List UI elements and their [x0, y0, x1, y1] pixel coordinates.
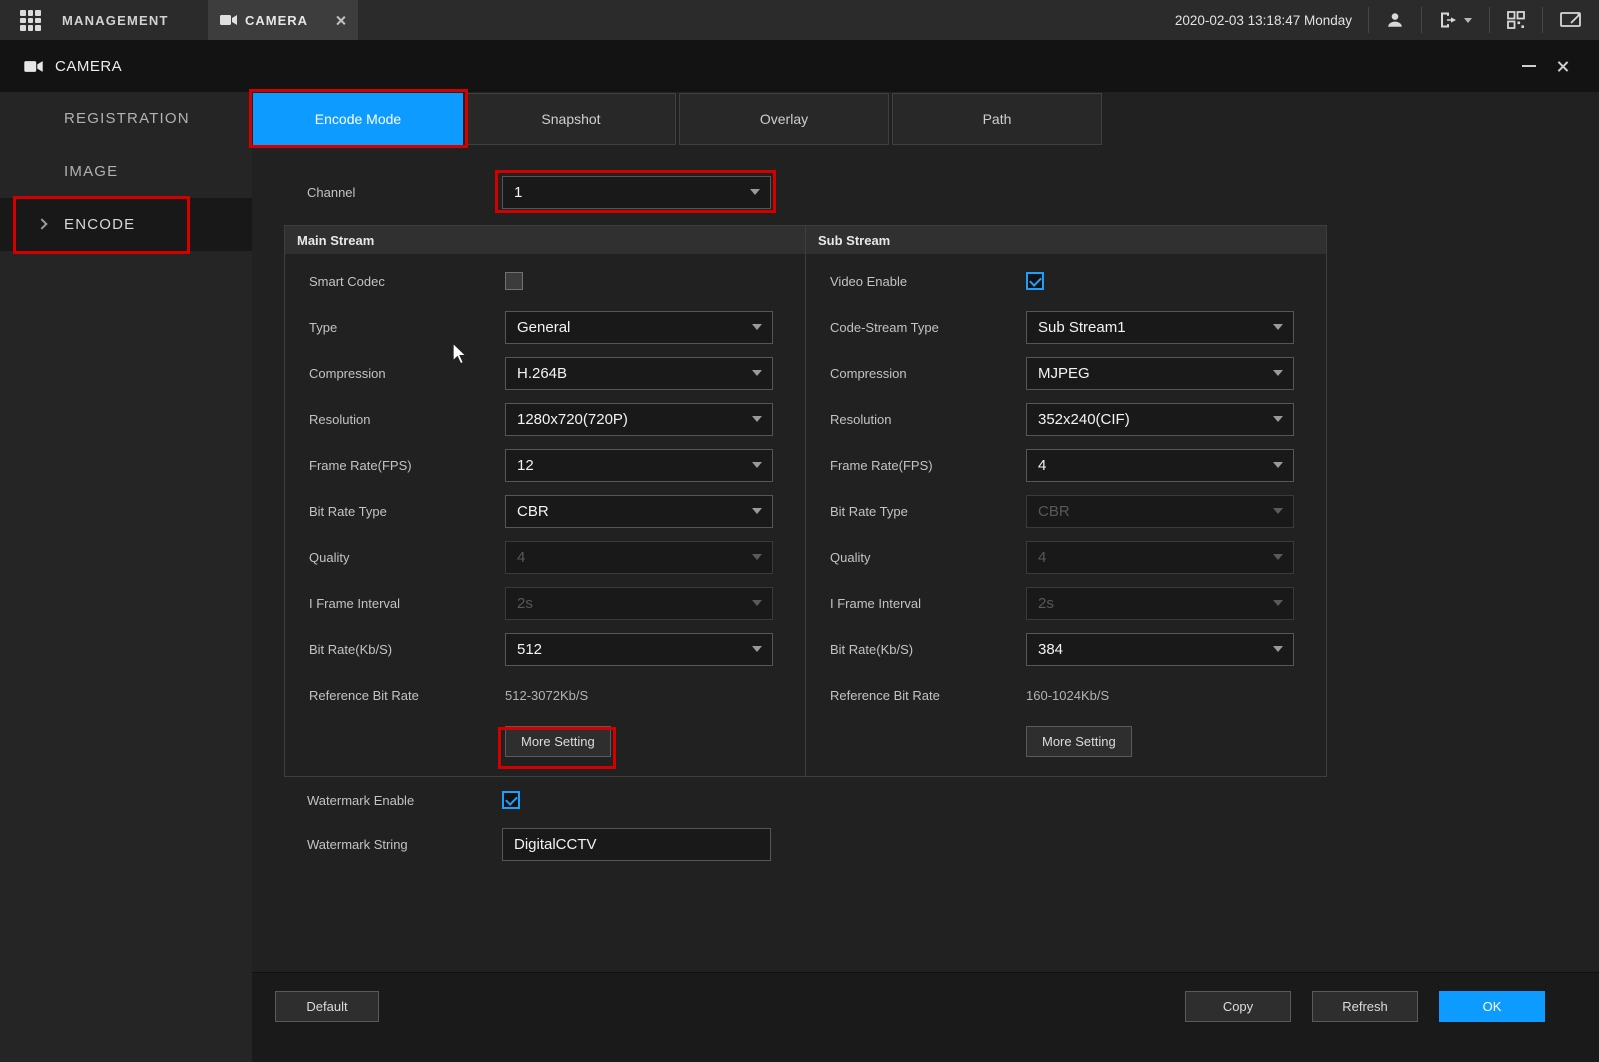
tab-overlay[interactable]: Overlay: [679, 93, 889, 145]
tab-encode-mode[interactable]: Encode Mode: [253, 93, 463, 145]
qr-code-icon[interactable]: [1490, 11, 1542, 29]
stream-panels: Main Stream Smart Codec Type General Com…: [284, 225, 1327, 777]
main-stream-header: Main Stream: [285, 226, 805, 254]
sub-stream-header: Sub Stream: [806, 226, 1326, 254]
sub-bit-rate-select[interactable]: 384: [1026, 633, 1294, 666]
chevron-down-icon: [752, 462, 762, 468]
main-type-select[interactable]: General: [505, 311, 773, 344]
chevron-down-icon: [752, 508, 762, 514]
camera-tab-topbar[interactable]: CAMERA: [208, 0, 358, 40]
ok-button[interactable]: OK: [1439, 991, 1545, 1022]
apps-grid-icon[interactable]: [20, 10, 41, 31]
sidebar-item-image[interactable]: IMAGE: [0, 145, 252, 198]
main-reference-bit-rate-value: 512-3072Kb/S: [505, 688, 588, 703]
page-title: CAMERA: [55, 58, 122, 75]
camera-icon: [24, 60, 43, 73]
sub-i-frame-interval-select: 2s: [1026, 587, 1294, 620]
tab-path[interactable]: Path: [892, 93, 1102, 145]
user-account-icon[interactable]: [1369, 11, 1421, 29]
display-mode-icon[interactable]: [1543, 11, 1599, 29]
chevron-down-icon: [752, 554, 762, 560]
management-menu[interactable]: MANAGEMENT: [62, 0, 169, 40]
sidebar-item-registration[interactable]: REGISTRATION: [0, 92, 252, 145]
sub-compression-select[interactable]: MJPEG: [1026, 357, 1294, 390]
sub-frame-rate-select[interactable]: 4: [1026, 449, 1294, 482]
dvr-app-window: MANAGEMENT CAMERA 2020-02-03 13:18:47 Mo…: [0, 0, 1599, 1062]
copy-button[interactable]: Copy: [1185, 991, 1291, 1022]
window-title-bar: CAMERA: [0, 40, 1599, 92]
minimize-icon[interactable]: [1522, 65, 1536, 67]
footer-bar: Default Copy Refresh OK: [252, 972, 1599, 1062]
main-stream-panel: Main Stream Smart Codec Type General Com…: [285, 226, 805, 776]
channel-row: Channel 1: [307, 175, 771, 209]
sub-more-setting-button[interactable]: More Setting: [1026, 726, 1132, 757]
mouse-cursor: [452, 342, 469, 366]
sidebar: REGISTRATION IMAGE ENCODE: [0, 92, 252, 1062]
sidebar-item-encode[interactable]: ENCODE: [0, 198, 252, 251]
main-compression-select[interactable]: H.264B: [505, 357, 773, 390]
tab-strip: Encode Mode Snapshot Overlay Path: [253, 93, 1105, 145]
main-bit-rate-select[interactable]: 512: [505, 633, 773, 666]
chevron-down-icon: [752, 646, 762, 652]
main-resolution-select[interactable]: 1280x720(720P): [505, 403, 773, 436]
sub-reference-bit-rate-value: 160-1024Kb/S: [1026, 688, 1109, 703]
sub-code-stream-type-select[interactable]: Sub Stream1: [1026, 311, 1294, 344]
close-window-icon[interactable]: [1556, 60, 1569, 73]
chevron-down-icon: [752, 600, 762, 606]
chevron-down-icon: [752, 416, 762, 422]
chevron-down-icon: [1273, 416, 1283, 422]
chevron-down-icon: [750, 189, 760, 195]
channel-select[interactable]: 1: [502, 176, 771, 209]
top-bar: MANAGEMENT CAMERA 2020-02-03 13:18:47 Mo…: [0, 0, 1599, 40]
refresh-button[interactable]: Refresh: [1312, 991, 1418, 1022]
chevron-down-icon: [752, 370, 762, 376]
chevron-down-icon: [1273, 508, 1283, 514]
chevron-down-icon: [752, 324, 762, 330]
sub-bit-rate-type-select: CBR: [1026, 495, 1294, 528]
datetime-text: 2020-02-03 13:18:47 Monday: [1175, 13, 1352, 28]
logout-icon[interactable]: [1422, 11, 1489, 29]
watermark-string-input[interactable]: [502, 828, 771, 861]
sub-resolution-select[interactable]: 352x240(CIF): [1026, 403, 1294, 436]
video-enable-checkbox[interactable]: [1026, 272, 1044, 290]
main-quality-select: 4: [505, 541, 773, 574]
main-i-frame-interval-select: 2s: [505, 587, 773, 620]
sub-quality-select: 4: [1026, 541, 1294, 574]
watermark-string-row: Watermark String: [307, 827, 771, 861]
chevron-down-icon: [1273, 462, 1283, 468]
chevron-down-icon: [1273, 370, 1283, 376]
logout-caret-icon: [1464, 18, 1472, 23]
content-area: Encode Mode Snapshot Overlay Path Channe…: [252, 92, 1599, 1062]
chevron-down-icon: [1273, 646, 1283, 652]
chevron-down-icon: [1273, 554, 1283, 560]
tab-snapshot[interactable]: Snapshot: [466, 93, 676, 145]
camera-tab-label: CAMERA: [245, 13, 308, 28]
camera-icon: [220, 14, 237, 26]
watermark-enable-checkbox[interactable]: [502, 791, 520, 809]
chevron-down-icon: [1273, 324, 1283, 330]
smart-codec-checkbox[interactable]: [505, 272, 523, 290]
chevron-down-icon: [1273, 600, 1283, 606]
main-frame-rate-select[interactable]: 12: [505, 449, 773, 482]
topbar-right-cluster: 2020-02-03 13:18:47 Monday: [1175, 0, 1599, 40]
default-button[interactable]: Default: [275, 991, 379, 1022]
channel-label: Channel: [307, 185, 502, 200]
close-tab-icon[interactable]: [335, 15, 346, 26]
main-more-setting-button[interactable]: More Setting: [505, 726, 611, 757]
main-bit-rate-type-select[interactable]: CBR: [505, 495, 773, 528]
chevron-right-icon: [36, 218, 47, 229]
sub-stream-panel: Sub Stream Video Enable Code-Stream Type…: [805, 226, 1326, 776]
watermark-enable-row: Watermark Enable: [307, 783, 520, 817]
